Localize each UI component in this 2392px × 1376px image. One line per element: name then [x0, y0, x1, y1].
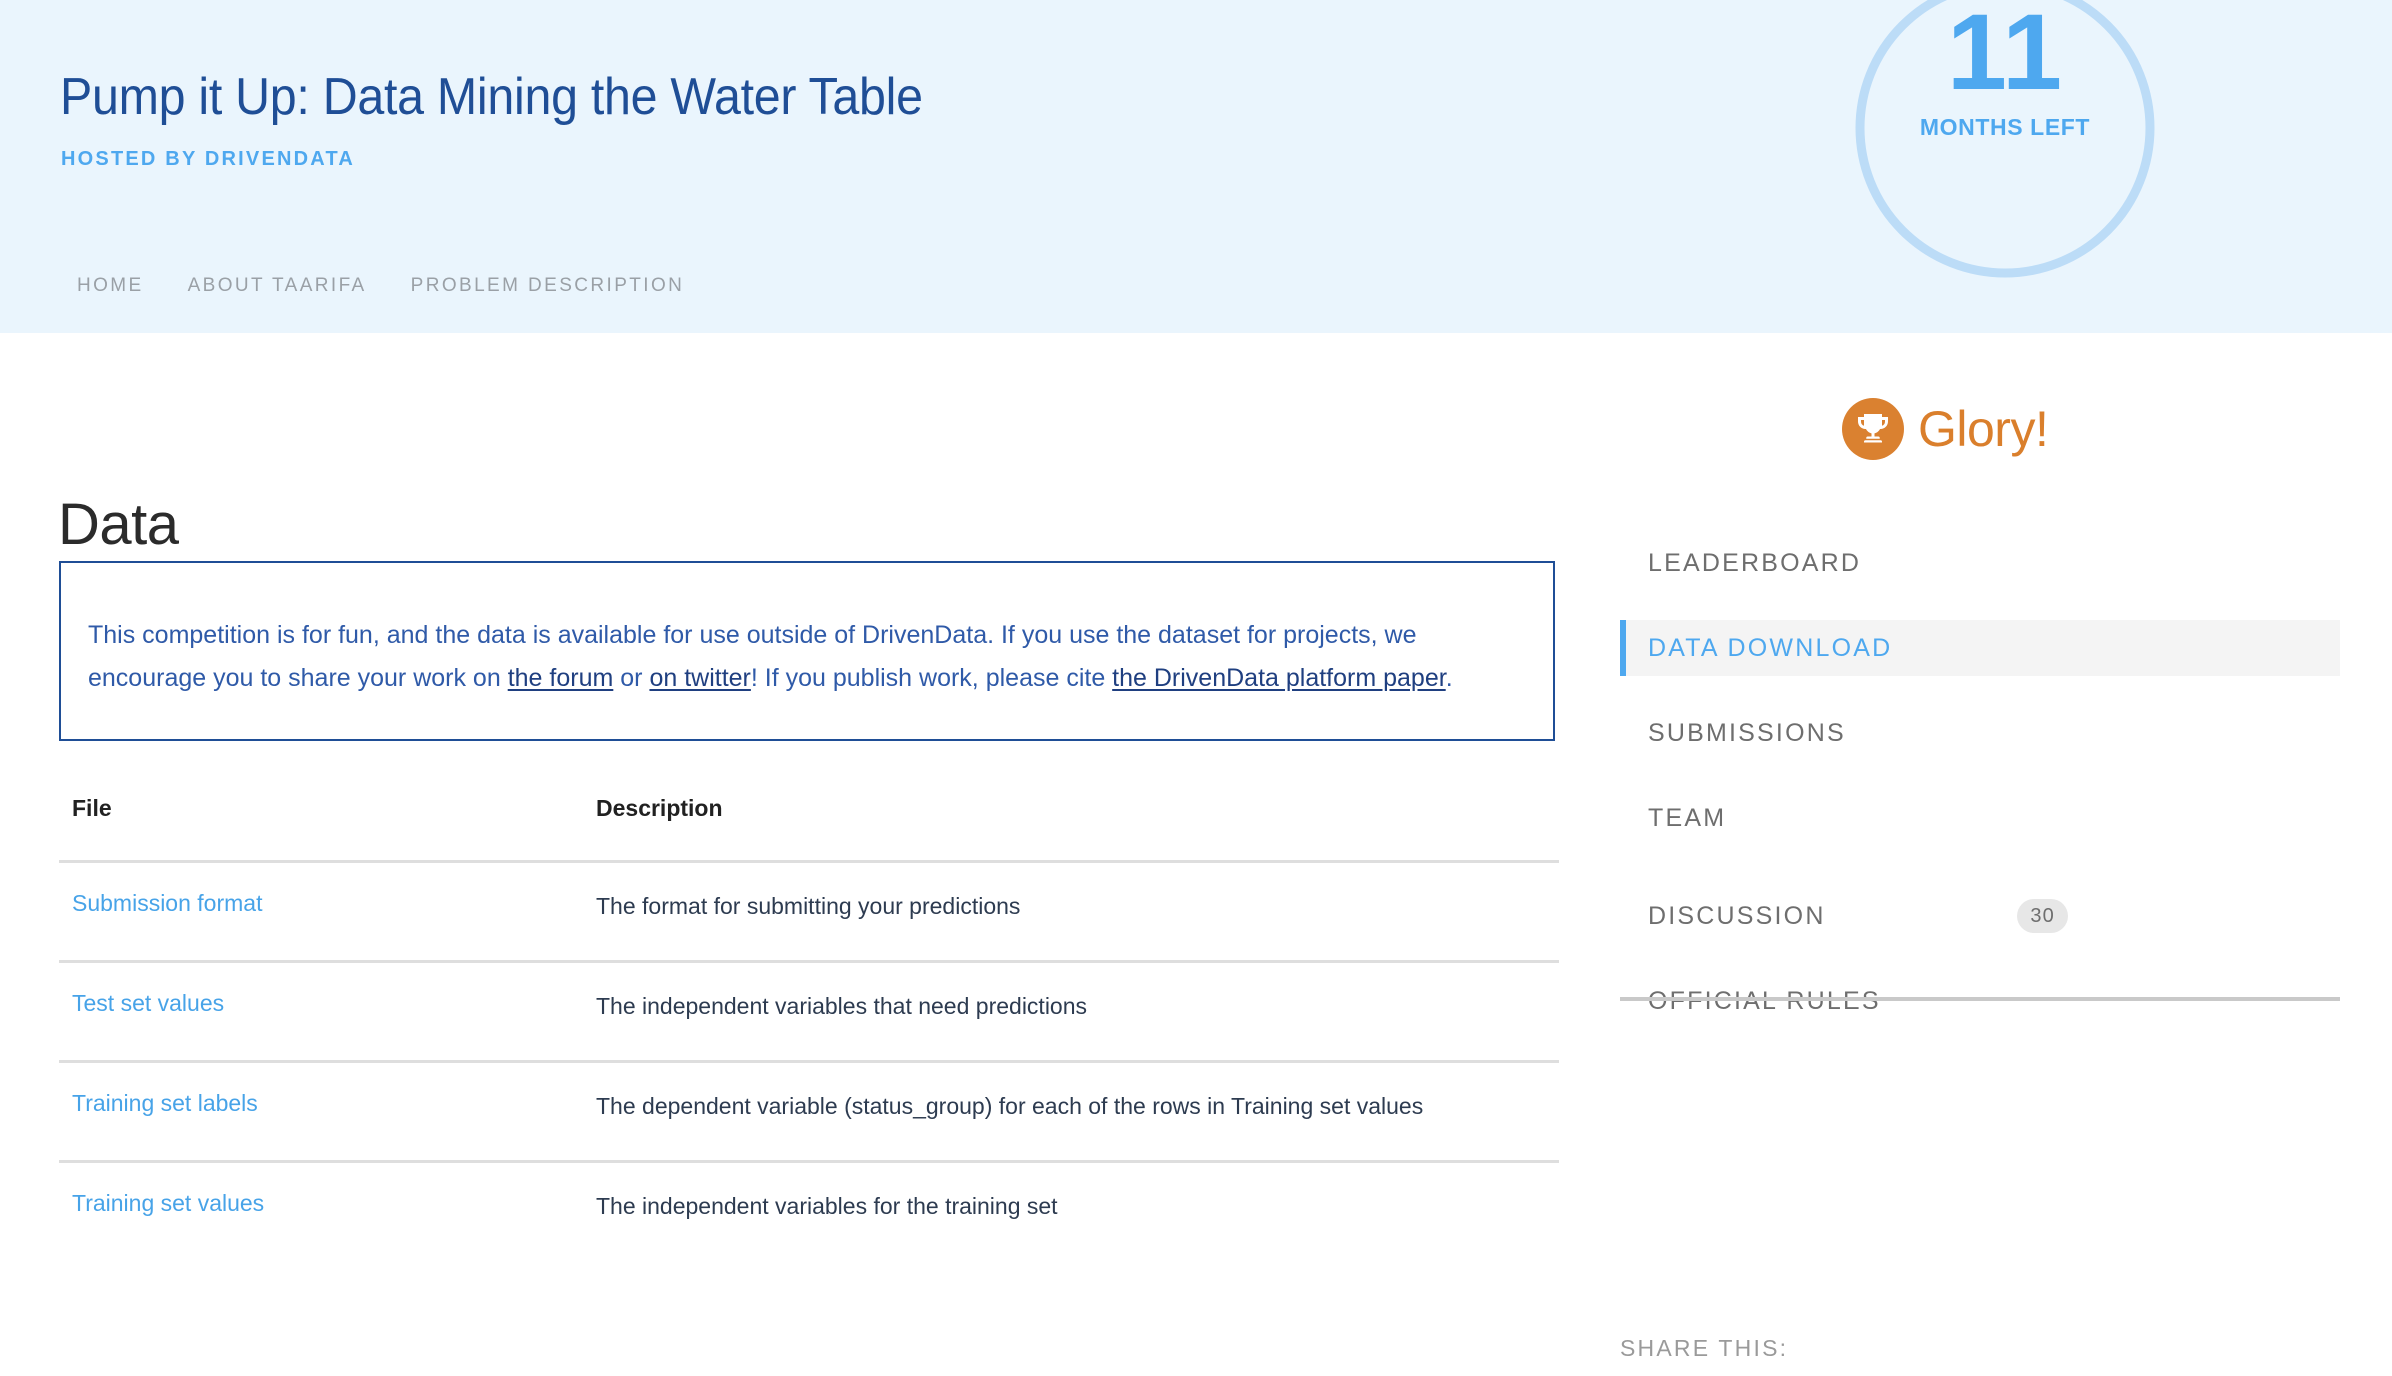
hosted-by-label: HOSTED BY DRIVENDATA — [61, 148, 355, 171]
site-header: Pump it Up: Data Mining the Water Table … — [0, 0, 2392, 333]
sidebar-item-discussion[interactable]: DISCUSSION 30 — [1620, 888, 2340, 944]
data-files-table: File Description Submission format The f… — [59, 795, 1559, 1260]
file-description: The dependent variable (status_group) fo… — [596, 1093, 1423, 1120]
sidebar-item-label: SUBMISSIONS — [1648, 719, 1846, 748]
file-description: The format for submitting your predictio… — [596, 893, 1020, 920]
nav-item-problem-description[interactable]: PROBLEM DESCRIPTION — [411, 275, 729, 297]
file-link-test-set-values[interactable]: Test set values — [72, 990, 224, 1017]
sidebar-navigation: LEADERBOARD DATA DOWNLOAD SUBMISSIONS TE… — [1620, 535, 2340, 1058]
table-row: Submission format The format for submitt… — [59, 860, 1559, 960]
countdown-ring: 11 MONTHS LEFT — [1853, 0, 2157, 280]
file-link-training-set-values[interactable]: Training set values — [72, 1190, 264, 1217]
nav-item-about-taarifa[interactable]: ABOUT TAARIFA — [188, 275, 411, 297]
sidebar-item-label: DISCUSSION — [1648, 902, 1826, 931]
nav-item-home[interactable]: HOME — [77, 275, 188, 297]
table-row: Training set values The independent vari… — [59, 1160, 1559, 1260]
notice-text-part-4: . — [1446, 664, 1453, 692]
page-title: Pump it Up: Data Mining the Water Table — [60, 67, 923, 127]
data-page-heading: Data — [58, 491, 179, 558]
platform-paper-link[interactable]: the DrivenData platform paper — [1112, 664, 1446, 692]
column-header-description: Description — [596, 795, 723, 822]
sidebar-item-label: OFFICIAL RULES — [1648, 987, 1881, 1016]
forum-link[interactable]: the forum — [508, 664, 614, 692]
sidebar-item-label: TEAM — [1648, 804, 1726, 833]
sidebar-item-data-download[interactable]: DATA DOWNLOAD — [1620, 620, 2340, 676]
data-notice-box: This competition is for fun, and the dat… — [59, 561, 1555, 741]
file-description: The independent variables for the traini… — [596, 1193, 1058, 1220]
glory-label: Glory! — [1918, 404, 2048, 454]
table-row: Training set labels The dependent variab… — [59, 1060, 1559, 1160]
table-row: Test set values The independent variable… — [59, 960, 1559, 1060]
notice-text-part-2: or — [613, 664, 649, 692]
twitter-link[interactable]: on twitter — [649, 664, 750, 692]
discussion-count-badge: 30 — [2017, 899, 2068, 933]
file-description: The independent variables that need pred… — [596, 993, 1087, 1020]
data-notice-text: This competition is for fun, and the dat… — [88, 614, 1508, 700]
column-header-file: File — [72, 795, 112, 822]
sidebar-item-team[interactable]: TEAM — [1620, 790, 2340, 846]
notice-text-part-3: ! If you publish work, please cite — [751, 664, 1112, 692]
main-navigation: HOME ABOUT TAARIFA PROBLEM DESCRIPTION — [77, 275, 728, 297]
sidebar-divider — [1620, 997, 2340, 1001]
sidebar-item-official-rules[interactable]: OFFICIAL RULES — [1620, 973, 2340, 1029]
trophy-icon — [1842, 398, 1904, 460]
countdown-label: MONTHS LEFT — [1853, 114, 2157, 141]
countdown-number: 11 — [1853, 0, 2157, 106]
sidebar-item-label: DATA DOWNLOAD — [1648, 634, 1892, 663]
file-link-training-set-labels[interactable]: Training set labels — [72, 1090, 258, 1117]
share-this-label: SHARE THIS: — [1620, 1335, 1788, 1362]
glory-prize-banner: Glory! — [1842, 398, 2048, 460]
file-link-submission-format[interactable]: Submission format — [72, 890, 262, 917]
sidebar-item-leaderboard[interactable]: LEADERBOARD — [1620, 535, 2340, 591]
sidebar-item-submissions[interactable]: SUBMISSIONS — [1620, 705, 2340, 761]
sidebar-item-label: LEADERBOARD — [1648, 549, 1861, 578]
table-header-row: File Description — [59, 795, 1559, 860]
